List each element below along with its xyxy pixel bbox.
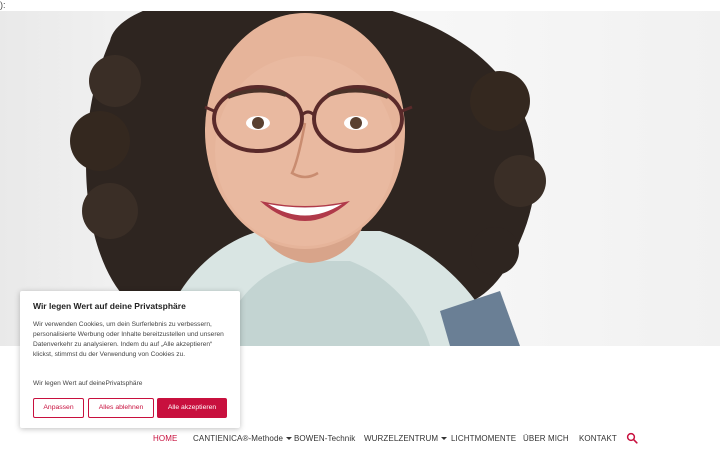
cookie-title: Wir legen Wert auf deine Privatsphäre	[33, 301, 186, 311]
nav-item-cantienica[interactable]: CANTIENICA®-Methode	[193, 434, 293, 443]
nav-item-bowen[interactable]: BOWEN-Technik	[294, 434, 355, 443]
nav-item-wurzelzentrum[interactable]: WURZELZENTRUM	[364, 434, 448, 443]
main-navigation: HOME CANTIENICA®-Methode BOWEN-Technik W…	[0, 426, 720, 450]
nav-label-bowen: BOWEN-Technik	[294, 434, 356, 443]
nav-label-lichtmomente: LICHTMOMENTE	[451, 434, 517, 443]
nav-label-ueber-mich: ÜBER MICH	[523, 434, 569, 443]
customize-button[interactable]: Anpassen	[33, 398, 84, 418]
stray-text: ):	[0, 0, 6, 10]
nav-label-kontakt: KONTAKT	[579, 434, 617, 443]
chevron-down-icon	[441, 437, 448, 440]
privacy-link[interactable]: Wir legen Wert auf deinePrivatsphäre	[33, 380, 142, 387]
nav-item-home[interactable]: HOME	[153, 434, 177, 443]
cookie-description: Wir verwenden Cookies, um dein Surferleb…	[33, 321, 224, 359]
nav-label-wurzelzentrum: WURZELZENTRUM	[364, 434, 439, 443]
chevron-down-icon	[286, 437, 293, 440]
reject-all-button[interactable]: Alles ablehnen	[88, 398, 154, 418]
nav-item-kontakt[interactable]: KONTAKT	[579, 434, 617, 443]
search-icon[interactable]	[626, 432, 638, 444]
nav-label-home: HOME	[153, 434, 178, 443]
cookie-consent-dialog: Wir legen Wert auf deine Privatsphäre Wi…	[20, 291, 240, 428]
nav-item-lichtmomente[interactable]: LICHTMOMENTE	[451, 434, 516, 443]
nav-label-cantienica: CANTIENICA®-Methode	[193, 434, 284, 443]
nav-item-ueber-mich[interactable]: ÜBER MICH	[523, 434, 569, 443]
accept-all-button[interactable]: Alle akzeptieren	[157, 398, 227, 418]
